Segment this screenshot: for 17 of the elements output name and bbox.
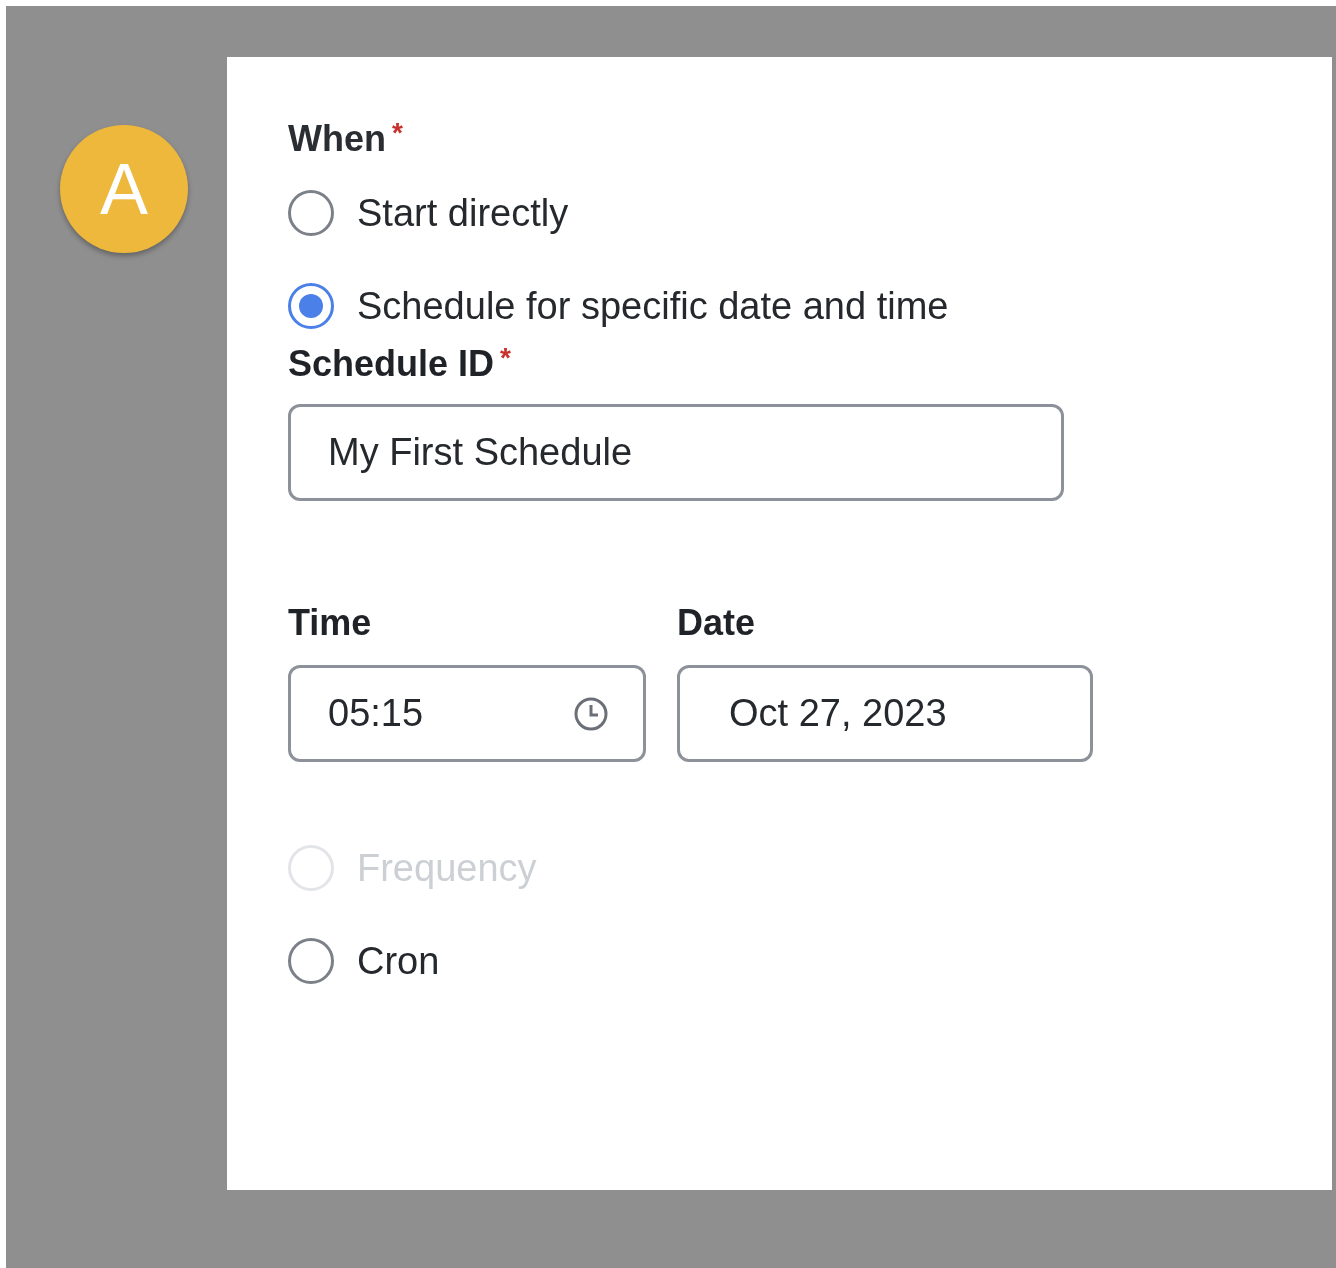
field-label: Time bbox=[288, 601, 373, 645]
required-mark: * bbox=[392, 117, 403, 149]
required-mark: * bbox=[500, 342, 511, 374]
schedule-id-field[interactable]: My First Schedule bbox=[288, 404, 1064, 501]
radio-button[interactable] bbox=[288, 938, 334, 984]
date-field[interactable]: Oct 27, 2023 bbox=[677, 665, 1093, 762]
radio-label[interactable]: Cron bbox=[357, 939, 440, 983]
clock-icon bbox=[573, 695, 609, 732]
field-label: Date bbox=[677, 601, 757, 645]
field-label: Schedule ID bbox=[288, 342, 495, 386]
time-field[interactable]: 05:15 bbox=[288, 665, 646, 762]
radio-button[interactable] bbox=[288, 190, 334, 236]
radio-label[interactable]: Schedule for specific date and time bbox=[357, 284, 949, 328]
radio-label[interactable]: Start directly bbox=[357, 191, 569, 235]
radio-button[interactable] bbox=[288, 283, 334, 329]
field-label: When bbox=[288, 117, 386, 161]
step-badge: A bbox=[60, 125, 188, 253]
